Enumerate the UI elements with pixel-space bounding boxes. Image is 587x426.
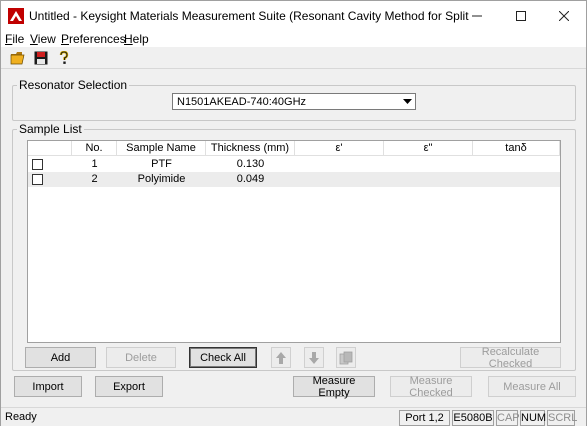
menu-help-label: elp (132, 32, 149, 46)
minimize-icon (472, 15, 482, 17)
row-thickness: 0.049 (236, 173, 265, 185)
maximize-icon (516, 11, 526, 21)
row-no: 1 (91, 158, 98, 170)
status-bar: Ready Port 1,2 E5080B CAP NUM SCRL (1, 407, 586, 426)
status-text: Ready (5, 411, 37, 423)
column-header-eps-imag[interactable]: ε" (384, 141, 473, 156)
app-logo-icon (8, 8, 24, 24)
column-header-thickness[interactable]: Thickness (mm) (206, 141, 295, 156)
save-disk-icon (34, 51, 48, 65)
resonator-selection-title: Resonator Selection (17, 78, 130, 92)
status-instrument: E5080B (452, 410, 494, 426)
measure-checked-button[interactable]: Measure Checked (390, 375, 472, 399)
delete-button[interactable]: Delete (106, 347, 176, 368)
table-row[interactable]: 1 PTF 0.130 (28, 157, 560, 172)
column-header-sample-name[interactable]: Sample Name (117, 141, 206, 156)
row-eps-imag (384, 157, 473, 172)
sample-list-title: Sample List (17, 122, 84, 136)
close-icon (559, 11, 569, 21)
status-num: NUM (520, 410, 547, 426)
menu-file[interactable]: File (5, 31, 24, 47)
row-thickness: 0.130 (236, 158, 265, 170)
menu-view-label: iew (37, 32, 56, 46)
menu-preferences-mnemonic: P (61, 32, 70, 46)
help-button[interactable] (54, 49, 74, 67)
recalculate-checked-button[interactable]: Recalculate Checked (460, 346, 561, 370)
export-button[interactable]: Export (95, 376, 163, 397)
copy-button[interactable] (336, 347, 356, 368)
menu-bar: File View Preferences Help (1, 31, 586, 47)
menu-help[interactable]: Help (124, 31, 149, 47)
row-eps-real (295, 157, 384, 172)
menu-view-mnemonic: V (30, 32, 38, 46)
chevron-down-icon[interactable] (401, 95, 414, 108)
row-no: 2 (91, 173, 98, 185)
arrow-up-icon (276, 351, 286, 364)
title-bar: Untitled - Keysight Materials Measuremen… (1, 1, 586, 31)
menu-preferences-label: references (69, 32, 126, 46)
menu-file-label: ile (12, 32, 25, 46)
add-button[interactable]: Add (25, 347, 96, 368)
menu-help-mnemonic: H (124, 32, 133, 46)
minimize-button[interactable] (455, 1, 499, 31)
measure-empty-button[interactable]: Measure Empty (293, 375, 375, 399)
sample-table[interactable]: No. Sample Name Thickness (mm) ε' ε" tan… (27, 140, 561, 343)
move-up-button[interactable] (271, 347, 291, 368)
copy-icon (339, 351, 353, 364)
status-scrl: SCRL (547, 410, 578, 426)
row-sample-name: Polyimide (137, 173, 186, 185)
row-tan-delta (473, 172, 560, 187)
table-row[interactable]: 2 Polyimide 0.049 (28, 172, 560, 187)
import-button[interactable]: Import (14, 376, 82, 397)
column-header-no[interactable]: No. (72, 141, 117, 156)
resonator-select[interactable]: N1501AKEAD-740:40GHz (172, 93, 416, 110)
column-header-check (28, 141, 72, 156)
maximize-button[interactable] (499, 1, 543, 31)
toolbar (1, 47, 586, 69)
main-window: Untitled - Keysight Materials Measuremen… (0, 0, 587, 426)
row-eps-real (295, 172, 384, 187)
row-checkbox[interactable] (32, 174, 43, 185)
resonator-select-value: N1501AKEAD-740:40GHz (177, 96, 307, 108)
move-down-button[interactable] (304, 347, 324, 368)
menu-view[interactable]: View (30, 31, 56, 47)
row-checkbox[interactable] (32, 159, 43, 170)
row-sample-name: PTF (151, 158, 172, 170)
menu-preferences[interactable]: Preferences (61, 31, 126, 47)
table-header: No. Sample Name Thickness (mm) ε' ε" tan… (28, 141, 560, 156)
arrow-down-icon (309, 351, 319, 364)
close-button[interactable] (542, 1, 586, 31)
column-header-eps-real[interactable]: ε' (295, 141, 384, 156)
row-tan-delta (473, 157, 560, 172)
measure-all-button[interactable]: Measure All (488, 376, 576, 397)
status-cap: CAP (496, 410, 520, 426)
status-port: Port 1,2 (399, 410, 450, 426)
help-question-icon (59, 51, 69, 64)
row-eps-imag (384, 172, 473, 187)
open-folder-icon (10, 52, 25, 65)
check-all-button[interactable]: Check All (189, 347, 257, 368)
open-button[interactable] (8, 49, 28, 67)
save-button[interactable] (31, 49, 51, 67)
column-header-tan-delta[interactable]: tanδ (473, 141, 560, 156)
window-title: Untitled - Keysight Materials Measuremen… (29, 9, 469, 23)
